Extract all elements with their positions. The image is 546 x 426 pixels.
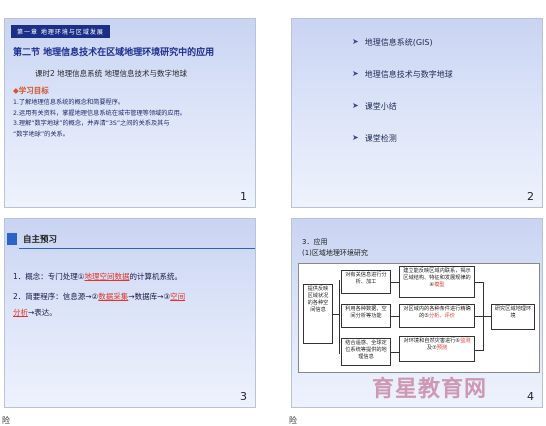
arrow [483,316,491,317]
procedure-line-cont: 分析→表达。 [13,308,57,317]
answer-blank: 分析、评价 [428,313,455,319]
outline-item: ➤ 课堂小结 [352,101,397,111]
slide-subheading: (1)区域地理环境研究 [302,249,368,257]
slide-thumbnail-4[interactable]: 3．应用 (1)区域地理环境研究 提供反映区域状况的各种空间信息 对有关信息进行… [291,218,543,408]
concept-line: 1．概念：专门处理①地理空间数据的计算机系统。 [13,272,182,281]
goal-item: 2.运用有关资料，掌握地理信息系统在城市管理等领域的应用。 [13,109,186,117]
outline-item: ➤ 地理信息技术与数字地球 [352,69,453,79]
arrow-bullet-icon: ➤ [352,101,359,110]
arrow-bullet-icon: ➤ [352,69,359,78]
arrow-bullet-icon: ➤ [352,133,359,142]
answer-blank: 数据采集 [98,292,129,301]
connector [475,350,483,351]
slide-number: 1 [240,190,247,203]
goals-title: ◆学习目标 [13,86,49,95]
goal-item: “数字地球”的关系。 [13,130,69,138]
chapter-tag: 第一章 地理环境与区域发展 [11,25,110,38]
slide-thumbnail-2[interactable]: ➤ 地理信息系统(GIS) ➤ 地理信息技术与数字地球 ➤ 课堂小结 ➤ 课堂检… [291,18,543,208]
answer-blank: 预测 [436,345,448,351]
arrow [391,316,399,317]
diagram-box-source: 提供反映区域状况的各种空间信息 [303,284,333,344]
answer-blank: 监测 [460,338,471,344]
section-title: 第二节 地理信息技术在区域地理环境研究中的应用 [13,48,215,58]
arrow [391,282,399,283]
slide-heading: 3．应用 [302,238,328,246]
watermark: 育星教育网 [372,377,488,402]
goal-item: 1.了解地理信息系统的概念和简要程序。 [13,99,125,106]
connector [339,280,340,354]
diagram-box-process-1: 对有关信息进行分析、加工 [341,270,391,294]
outline-item: ➤ 地理信息系统(GIS) [352,37,433,47]
diagram-box-process-2: 利用各种数据、空间分析等功能 [341,304,391,328]
outline-list: ➤ 地理信息系统(GIS) ➤ 地理信息技术与数字地球 ➤ 课堂小结 ➤ 课堂检… [352,37,453,165]
goal-item: 3.理解“数字地球”的概念，并弄清“3S”之间的关系及其与 [13,120,170,127]
goals-list: 1.了解地理信息系统的概念和简要程序。 2.运用有关资料，掌握地理信息系统在城市… [13,98,249,140]
slide-number: 2 [527,190,534,203]
answer-blank: 模型 [434,282,445,288]
answer-blank: 地理空间数据 [84,272,130,281]
connector [475,282,483,283]
arrow [391,352,399,353]
corner-glyph: 险 [289,416,297,425]
slide-thumbnail-1[interactable]: 第一章 地理环境与区域发展 第二节 地理信息技术在区域地理环境研究中的应用 课时… [4,18,256,208]
diagram-box-process-3: 结合遥感、全球定位系统等提供的地理信息 [341,338,391,366]
diagram-box-final: 研究区域地理环境 [491,304,535,330]
diagram-box-result-1: 建立能反映区域内联系，揭示区域结构、特征和发展规律的④模型 [399,266,475,298]
procedure-line: 2．简要程序：信息源→②数据采集→数据库→③空间 [13,292,186,301]
corner-glyph: 险 [2,416,10,425]
diagram-box-result-2: 对区域内的各种条件进行精确的⑤分析、评价 [399,304,475,328]
answer-blank: 空间 [170,292,186,301]
title-divider [19,248,255,249]
outline-item: ➤ 课堂检测 [352,133,397,143]
answer-blank: 分析 [13,308,28,317]
arrow-bullet-icon: ➤ [352,37,359,46]
diagram-box-result-3: 对环境和自然灾害进行⑥监测及⑦预测 [399,336,475,362]
slide-thumbnail-3[interactable]: 自主预习 1．概念：专门处理①地理空间数据的计算机系统。 2．简要程序：信息源→… [4,218,256,408]
title-accent-bar [7,233,17,245]
flow-diagram: 提供反映区域状况的各种空间信息 对有关信息进行分析、加工 利用各种数据、空间分析… [298,263,540,373]
connector [475,316,483,317]
lesson-title: 课时2 地理信息系统 地理信息技术与数字地球 [35,69,188,78]
slide-number: 3 [240,390,247,403]
slide-number: 4 [527,390,534,403]
slide-title: 自主预习 [23,235,58,245]
